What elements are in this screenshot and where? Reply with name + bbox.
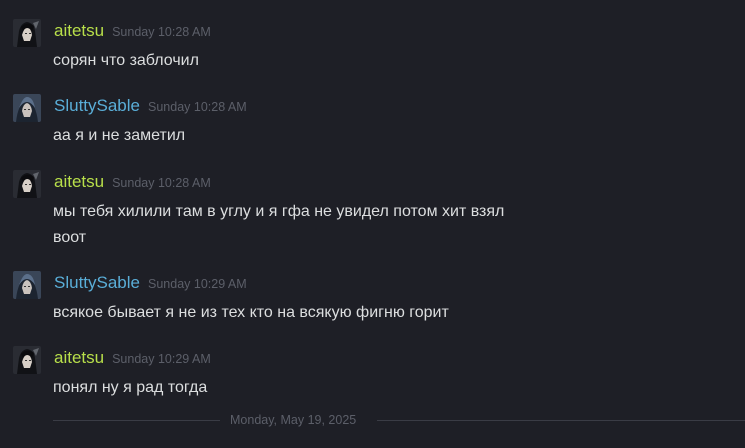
avatar[interactable] [13, 19, 45, 51]
avatar-image-sluttysable [13, 94, 41, 122]
avatar-art-icon [13, 94, 41, 122]
message-body: понял ну я рад тогда [53, 375, 207, 401]
divider-rule-left [53, 420, 220, 421]
author-name[interactable]: aitetsu [54, 348, 104, 368]
timestamp: Sunday 10:28 AM [112, 176, 211, 190]
author-name[interactable]: aitetsu [54, 21, 104, 41]
message-header: SluttySable Sunday 10:29 AM [54, 273, 247, 293]
message-text: мы тебя хилили там в углу и я гфа не уви… [53, 203, 505, 220]
message-text: всякое бывает я не из тех кто на всякую … [53, 304, 449, 321]
avatar-art-icon [13, 19, 41, 47]
divider-rule-right [377, 420, 745, 421]
avatar-image-aitetsu [13, 19, 41, 47]
message-body: аа я и не заметил [53, 123, 185, 149]
message-text: сорян что заблочил [53, 52, 199, 69]
date-divider: Monday, May 19, 2025 [53, 411, 745, 431]
avatar-art-icon [13, 346, 41, 374]
message-header: SluttySable Sunday 10:28 AM [54, 96, 247, 116]
timestamp: Sunday 10:29 AM [148, 277, 247, 291]
avatar[interactable] [13, 271, 45, 303]
message-body: всякое бывает я не из тех кто на всякую … [53, 300, 449, 326]
message-text: воот [53, 229, 87, 246]
message-text: аа я и не заметил [53, 127, 186, 144]
timestamp: Sunday 10:28 AM [112, 25, 211, 39]
author-name[interactable]: SluttySable [54, 273, 140, 293]
author-name[interactable]: aitetsu [54, 172, 104, 192]
avatar-image-aitetsu [13, 170, 41, 198]
avatar-image-aitetsu [13, 346, 41, 374]
message-text: понял ну я рад тогда [53, 379, 208, 396]
timestamp: Sunday 10:29 AM [112, 352, 211, 366]
avatar[interactable] [13, 170, 45, 202]
author-name[interactable]: SluttySable [54, 96, 140, 116]
message-header: aitetsu Sunday 10:28 AM [54, 172, 211, 192]
message-header: aitetsu Sunday 10:28 AM [54, 21, 211, 41]
message-header: aitetsu Sunday 10:29 AM [54, 348, 211, 368]
avatar-art-icon [13, 271, 41, 299]
avatar[interactable] [13, 346, 45, 378]
divider-date-label: Monday, May 19, 2025 [230, 413, 357, 427]
message-body: мы тебя хилили там в углу и я гфа не уви… [53, 199, 504, 251]
avatar-art-icon [13, 170, 41, 198]
avatar[interactable] [13, 94, 45, 126]
chat-log: aitetsu Sunday 10:28 AM сорян что заблоч… [0, 0, 745, 448]
message-body: сорян что заблочил [53, 48, 199, 74]
avatar-image-sluttysable [13, 271, 41, 299]
timestamp: Sunday 10:28 AM [148, 100, 247, 114]
